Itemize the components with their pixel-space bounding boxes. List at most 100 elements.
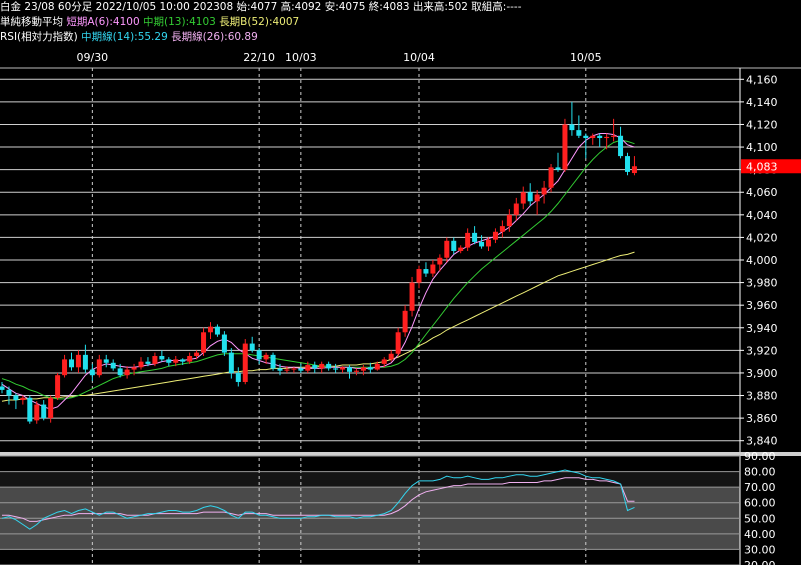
candle-body	[486, 239, 491, 247]
rsi-upper-zone	[0, 471, 740, 488]
candle-body	[305, 365, 311, 371]
candle-body	[75, 354, 81, 368]
candle-body	[62, 359, 68, 376]
rsi-tick-label: 20.00	[744, 559, 776, 565]
candle-body	[541, 187, 547, 195]
candle-body	[194, 352, 200, 356]
candle-body	[423, 269, 429, 274]
candle-body	[110, 362, 116, 369]
candle-body	[548, 167, 554, 188]
candle-body	[20, 397, 26, 401]
candle-body	[625, 156, 630, 172]
candle-body	[69, 359, 74, 368]
candle-body	[402, 310, 408, 333]
candle-body	[89, 369, 95, 376]
candle-body	[520, 192, 526, 204]
candle-body	[492, 231, 498, 240]
candle-body	[451, 240, 457, 251]
candle-body	[270, 354, 276, 369]
candle-body	[381, 359, 387, 364]
candle-body	[152, 356, 158, 364]
candle-body	[499, 226, 505, 232]
x-tick-label: 22/10	[243, 51, 275, 64]
candle-body	[124, 369, 130, 376]
candle-body	[0, 386, 5, 390]
candle-body	[242, 343, 248, 382]
candle-body	[611, 135, 617, 137]
candle-body	[284, 369, 290, 371]
candle-body	[597, 135, 603, 139]
candle-body	[618, 135, 624, 157]
candle-body	[221, 334, 227, 353]
candle-body	[166, 359, 172, 363]
y-tick-label: 4,000	[746, 254, 778, 267]
candle-body	[333, 368, 339, 370]
candle-body	[374, 363, 380, 370]
candle-body	[409, 282, 415, 311]
pane-separator	[0, 452, 801, 456]
rsi-tick-label: 80.00	[744, 466, 776, 479]
candle-body	[138, 361, 144, 368]
candle-body	[27, 397, 33, 422]
candle-body	[576, 130, 582, 136]
x-tick-label: 10/03	[285, 51, 317, 64]
y-tick-label: 4,160	[746, 73, 778, 86]
candle-body	[353, 370, 359, 372]
candle-body	[416, 269, 422, 283]
candle-body	[458, 247, 464, 251]
candle-body	[430, 264, 436, 274]
y-tick-label: 4,040	[746, 209, 778, 222]
candle-body	[395, 332, 401, 354]
candle-body	[180, 359, 186, 362]
candle-body	[96, 359, 102, 376]
candle-body	[214, 326, 220, 335]
candle-body	[201, 332, 207, 353]
y-tick-label: 3,840	[746, 435, 778, 448]
y-tick-label: 3,860	[746, 412, 778, 425]
candle-body	[347, 367, 352, 372]
x-tick-label: 10/04	[403, 51, 435, 64]
candle-body	[312, 365, 318, 369]
rsi-tick-label: 40.00	[744, 528, 776, 541]
candle-body	[569, 124, 575, 131]
candle-body	[48, 397, 54, 419]
candle-body	[263, 354, 269, 360]
candle-body	[145, 361, 151, 364]
rsi-tick-label: 30.00	[744, 543, 776, 556]
rsi-tick-label: 90.00	[744, 450, 776, 463]
candle-body	[256, 350, 262, 360]
ma-long-line	[1, 251, 635, 402]
rsi-tick-label: 60.00	[744, 497, 776, 510]
candle-body	[590, 135, 596, 139]
y-tick-label: 3,880	[746, 390, 778, 403]
candle-body	[6, 389, 12, 396]
candle-body	[235, 372, 241, 382]
y-tick-label: 3,940	[746, 322, 778, 335]
price-chart[interactable]: 09/30 22/10 10/03 10/04 10/05 4,160 4,140 4,120…	[0, 0, 801, 565]
y-tick-label: 4,120	[746, 118, 778, 131]
candle-body	[291, 368, 297, 370]
candle-body	[437, 257, 443, 265]
candle-body	[277, 368, 283, 371]
y-tick-label: 4,140	[746, 96, 778, 109]
candle-body	[513, 203, 519, 215]
last-price-label: 4,083	[746, 160, 778, 173]
candle-body	[527, 192, 533, 202]
y-tick-label: 3,980	[746, 277, 778, 290]
candle-body	[55, 375, 61, 398]
x-tick-label: 10/05	[570, 51, 602, 64]
candle-body	[249, 343, 255, 351]
candle-body	[103, 359, 109, 363]
y-tick-label: 4,060	[746, 186, 778, 199]
candle-body	[631, 166, 637, 174]
candle-body	[604, 136, 610, 139]
candle-body	[555, 167, 561, 170]
candle-body	[159, 356, 165, 360]
rsi-tick-label: 70.00	[744, 481, 776, 494]
rsi-tick-label: 50.00	[744, 512, 776, 525]
x-tick-label: 09/30	[76, 51, 108, 64]
candle-body	[465, 232, 471, 248]
candle-body	[444, 240, 450, 258]
candle-body	[117, 368, 123, 376]
candle-body	[583, 135, 589, 139]
